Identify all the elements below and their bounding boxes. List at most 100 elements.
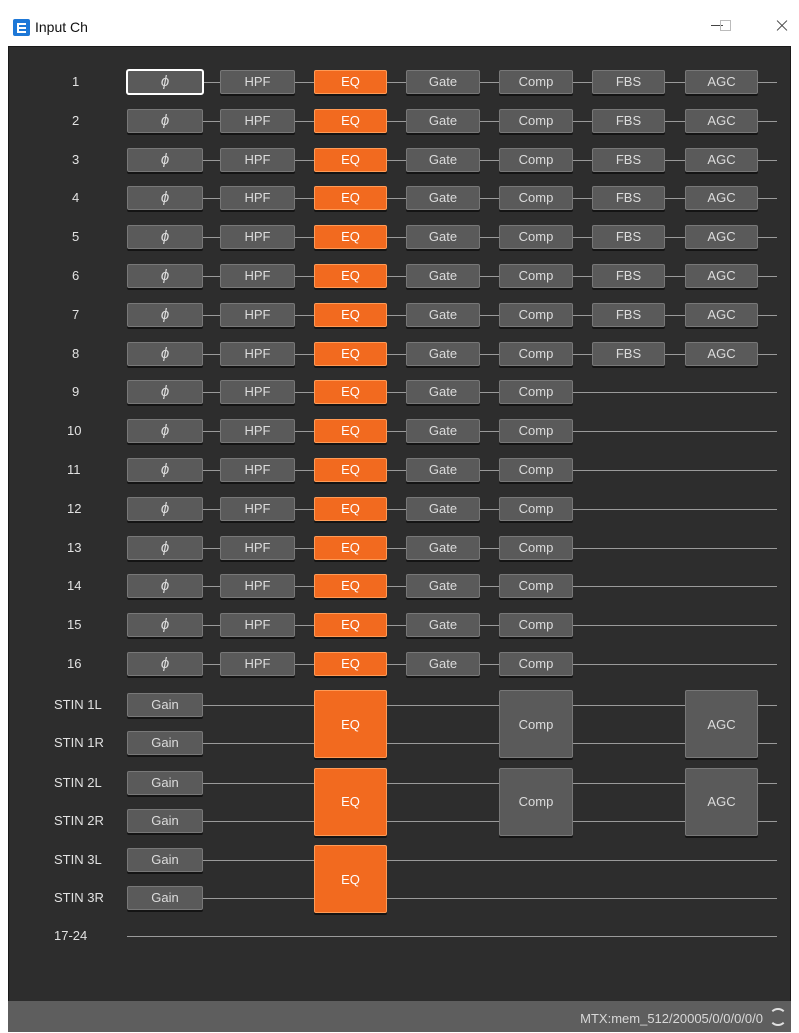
eq-button[interactable]: EQ [314,380,387,405]
phase-invert-button[interactable]: ϕ [127,225,203,250]
agc-button[interactable]: AGC [685,341,758,366]
gain-button[interactable]: Gain [127,693,203,717]
eq-button[interactable]: EQ [314,147,387,172]
close-icon[interactable] [762,8,799,42]
phase-invert-button[interactable]: ϕ [127,341,203,366]
phase-invert-button[interactable]: ϕ [127,419,203,444]
agc-button[interactable]: AGC [685,690,758,758]
comp-button[interactable]: Comp [499,70,573,94]
hpf-button[interactable]: HPF [220,652,295,676]
comp-button[interactable]: Comp [499,225,573,250]
eq-button[interactable]: EQ [314,225,387,250]
eq-button[interactable]: EQ [314,574,387,599]
phase-invert-button[interactable]: ϕ [127,613,203,638]
agc-button[interactable]: AGC [685,225,758,250]
agc-button[interactable]: AGC [685,767,758,836]
phase-invert-button[interactable]: ϕ [127,302,203,327]
comp-button[interactable]: Comp [499,380,573,405]
gate-button[interactable]: Gate [406,613,480,638]
hpf-button[interactable]: HPF [220,458,295,482]
gate-button[interactable]: Gate [406,535,480,560]
hpf-button[interactable]: HPF [220,613,295,638]
hpf-button[interactable]: HPF [220,225,295,250]
fbs-button[interactable]: FBS [592,108,665,133]
gain-button[interactable]: Gain [127,770,203,795]
comp-button[interactable]: Comp [499,690,573,758]
eq-button[interactable]: EQ [314,341,387,366]
eq-button[interactable]: EQ [314,613,387,638]
comp-button[interactable]: Comp [499,574,573,599]
gate-button[interactable]: Gate [406,108,480,133]
comp-button[interactable]: Comp [499,767,573,836]
comp-button[interactable]: Comp [499,496,573,521]
gate-button[interactable]: Gate [406,147,480,172]
agc-button[interactable]: AGC [685,108,758,133]
comp-button[interactable]: Comp [499,419,573,444]
fbs-button[interactable]: FBS [592,341,665,366]
eq-button[interactable]: EQ [314,264,387,288]
gain-button[interactable]: Gain [127,848,203,872]
comp-button[interactable]: Comp [499,535,573,560]
fbs-button[interactable]: FBS [592,264,665,288]
gate-button[interactable]: Gate [406,264,480,288]
comp-button[interactable]: Comp [499,147,573,172]
hpf-button[interactable]: HPF [220,496,295,521]
eq-button[interactable]: EQ [314,458,387,482]
phase-invert-button[interactable]: ϕ [127,574,203,599]
fbs-button[interactable]: FBS [592,186,665,211]
gain-button[interactable]: Gain [127,731,203,755]
hpf-button[interactable]: HPF [220,380,295,405]
eq-button[interactable]: EQ [314,690,387,758]
phase-invert-button[interactable]: ϕ [127,380,203,405]
eq-button[interactable]: EQ [314,419,387,444]
hpf-button[interactable]: HPF [220,108,295,133]
fbs-button[interactable]: FBS [592,147,665,172]
gate-button[interactable]: Gate [406,186,480,211]
phase-invert-button[interactable]: ϕ [127,652,203,676]
comp-button[interactable]: Comp [499,264,573,288]
eq-button[interactable]: EQ [314,302,387,327]
gate-button[interactable]: Gate [406,225,480,250]
phase-invert-button[interactable]: ϕ [127,458,203,482]
comp-button[interactable]: Comp [499,108,573,133]
phase-invert-button[interactable]: ϕ [127,147,203,172]
maximize-icon[interactable] [706,8,746,42]
gain-button[interactable]: Gain [127,808,203,833]
gate-button[interactable]: Gate [406,458,480,482]
hpf-button[interactable]: HPF [220,302,295,327]
agc-button[interactable]: AGC [685,70,758,94]
phase-invert-button[interactable]: ϕ [127,70,203,94]
gate-button[interactable]: Gate [406,574,480,599]
hpf-button[interactable]: HPF [220,535,295,560]
hpf-button[interactable]: HPF [220,264,295,288]
gain-button[interactable]: Gain [127,886,203,910]
phase-invert-button[interactable]: ϕ [127,535,203,560]
fbs-button[interactable]: FBS [592,225,665,250]
hpf-button[interactable]: HPF [220,341,295,366]
eq-button[interactable]: EQ [314,652,387,676]
hpf-button[interactable]: HPF [220,419,295,444]
eq-button[interactable]: EQ [314,186,387,211]
eq-button[interactable]: EQ [314,70,387,94]
phase-invert-button[interactable]: ϕ [127,496,203,521]
eq-button[interactable]: EQ [314,535,387,560]
eq-button[interactable]: EQ [314,845,387,913]
gate-button[interactable]: Gate [406,419,480,444]
gate-button[interactable]: Gate [406,70,480,94]
agc-button[interactable]: AGC [685,302,758,327]
comp-button[interactable]: Comp [499,613,573,638]
gate-button[interactable]: Gate [406,341,480,366]
hpf-button[interactable]: HPF [220,574,295,599]
eq-button[interactable]: EQ [314,496,387,521]
eq-button[interactable]: EQ [314,108,387,133]
comp-button[interactable]: Comp [499,458,573,482]
phase-invert-button[interactable]: ϕ [127,186,203,211]
comp-button[interactable]: Comp [499,652,573,676]
fbs-button[interactable]: FBS [592,70,665,94]
comp-button[interactable]: Comp [499,341,573,366]
hpf-button[interactable]: HPF [220,186,295,211]
gate-button[interactable]: Gate [406,652,480,676]
phase-invert-button[interactable]: ϕ [127,108,203,133]
agc-button[interactable]: AGC [685,147,758,172]
sync-icon[interactable] [769,1008,787,1026]
